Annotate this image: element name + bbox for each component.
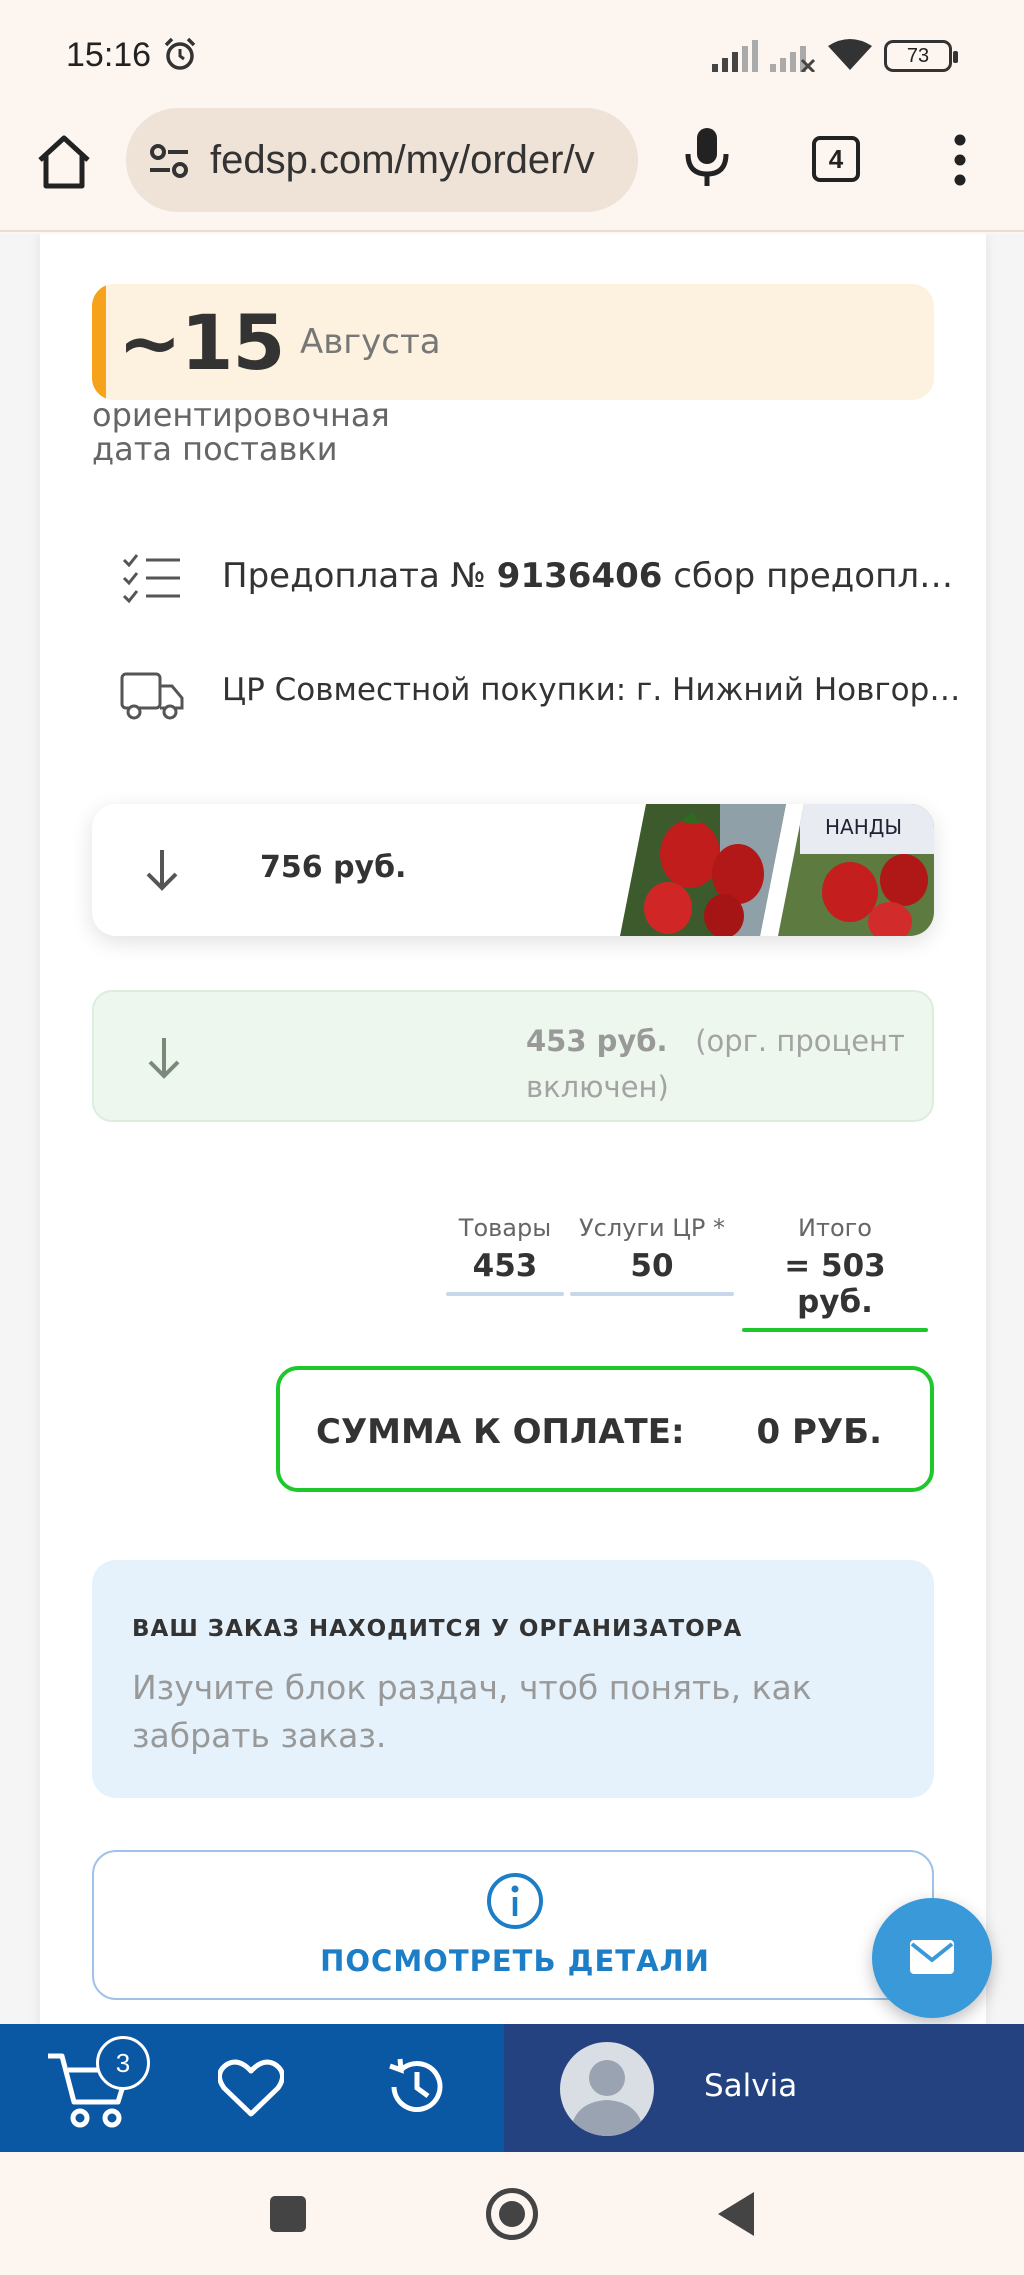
- truck-icon: [120, 672, 184, 720]
- history-icon[interactable]: [384, 2054, 450, 2120]
- arrow-down-icon[interactable]: [142, 846, 182, 894]
- services-value: 50: [630, 1248, 674, 1284]
- view-details-button[interactable]: ПОСМОТРЕТЬ ДЕТАЛИ: [92, 1850, 934, 2000]
- payment-value: 0 РУБ.: [756, 1412, 882, 1452]
- delivery-accent-bar: [92, 284, 106, 400]
- bottom-app-bar: 3 Salvia: [0, 2024, 1024, 2152]
- checklist-icon: [122, 554, 180, 604]
- goods-underline: [446, 1292, 564, 1296]
- url-text[interactable]: fedsp.com/my/order/v: [210, 138, 595, 183]
- delivery-caption-line1: ориентировочная: [92, 396, 390, 434]
- total-value: = 503 руб.: [784, 1248, 886, 1320]
- payment-due-box: СУММА К ОПЛАТЕ: 0 РУБ.: [276, 1366, 934, 1492]
- payment-label: СУММА К ОПЛАТЕ:: [316, 1412, 685, 1452]
- org-price-card[interactable]: 453 руб. (орг. процент включен): [92, 990, 934, 1122]
- item-price: 756 руб.: [260, 850, 407, 885]
- svg-text:НАНДЫ: НАНДЫ: [825, 815, 902, 839]
- address-bar[interactable]: fedsp.com/my/order/v: [126, 108, 638, 212]
- pickup-text[interactable]: ЦР Совместной покупки: г. Нижний Новгоро…: [222, 672, 962, 708]
- totals-services: Услуги ЦР * 50: [570, 1214, 734, 1296]
- prepay-row[interactable]: Предоплата № 9136406 сбор предоплаты: [92, 538, 962, 618]
- site-settings-icon[interactable]: [148, 140, 190, 182]
- prepay-prefix: Предоплата №: [222, 556, 497, 596]
- prepay-number: 9136406: [496, 556, 663, 596]
- org-price-block: 453 руб. (орг. процент включен): [526, 1018, 906, 1110]
- delivery-caption-line2: дата поставки: [92, 430, 338, 468]
- cart-badge[interactable]: 3: [96, 2036, 150, 2090]
- prepay-text[interactable]: Предоплата № 9136406 сбор предоплаты: [222, 556, 962, 596]
- more-menu-icon[interactable]: [948, 132, 972, 188]
- tab-count: 4: [828, 144, 844, 174]
- org-price: 453 руб.: [526, 1024, 668, 1058]
- browser-toolbar: fedsp.com/my/order/v 4: [0, 100, 1024, 232]
- item-card[interactable]: 756 руб. НАНДЫ: [92, 804, 934, 936]
- back-button[interactable]: [718, 2192, 754, 2236]
- info-icon: [487, 1873, 543, 1929]
- goods-label: Товары: [458, 1214, 552, 1242]
- prepay-suffix: сбор предоплаты: [662, 556, 962, 596]
- username[interactable]: Salvia: [704, 2068, 797, 2104]
- delivery-month: Августа: [300, 322, 441, 362]
- pickup-row[interactable]: ЦР Совместной покупки: г. Нижний Новгоро…: [92, 654, 962, 734]
- services-label: Услуги ЦР *: [579, 1214, 725, 1242]
- page-content: ~15 Августа ориентировочная дата поставк…: [0, 234, 1024, 2024]
- home-icon[interactable]: [32, 130, 96, 194]
- wifi-icon: [828, 39, 872, 70]
- totals-sum: Итого = 503 руб.: [742, 1214, 928, 1332]
- order-status-notice: ВАШ ЗАКАЗ НАХОДИТСЯ У ОРГАНИЗАТОРА Изучи…: [92, 1560, 934, 1798]
- microphone-icon[interactable]: [682, 126, 732, 188]
- battery-level: 73: [906, 45, 930, 67]
- mail-icon: [910, 1940, 954, 1974]
- view-details-label: ПОСМОТРЕТЬ ДЕТАЛИ: [320, 1944, 710, 1978]
- tabs-icon[interactable]: 4: [812, 136, 860, 182]
- avatar-placeholder-icon: [570, 2060, 644, 2136]
- delivery-date-banner: ~15 Августа: [92, 284, 934, 400]
- battery-icon: 73: [884, 40, 958, 72]
- notice-title: ВАШ ЗАКАЗ НАХОДИТСЯ У ОРГАНИЗАТОРА: [132, 1616, 743, 1642]
- delivery-caption: ориентировочная дата поставки: [92, 398, 390, 466]
- user-profile-button[interactable]: Salvia: [504, 2024, 1024, 2152]
- signal-no-data-icon: [770, 46, 816, 72]
- services-underline: [570, 1292, 734, 1296]
- recents-button[interactable]: [270, 2196, 306, 2232]
- status-time: 15:16: [66, 36, 152, 74]
- system-nav-bar: [0, 2152, 1024, 2275]
- signal-icon: [712, 40, 758, 72]
- total-underline: [742, 1328, 928, 1332]
- avatar[interactable]: [560, 2042, 654, 2136]
- contact-mail-button[interactable]: [872, 1898, 992, 2018]
- status-bar: 15:16 73: [0, 0, 1024, 110]
- notice-text: Изучите блок раздач, чтоб понять, как за…: [132, 1668, 812, 1755]
- favorites-icon[interactable]: [218, 2058, 284, 2118]
- arrow-down-icon[interactable]: [144, 1034, 184, 1082]
- product-photo: НАНДЫ: [620, 804, 934, 936]
- total-label: Итого: [798, 1214, 872, 1242]
- totals-goods: Товары 453: [446, 1214, 564, 1296]
- alarm-icon: [164, 37, 196, 70]
- order-card: ~15 Августа ориентировочная дата поставк…: [40, 234, 986, 2024]
- delivery-day: ~15: [118, 298, 285, 387]
- home-button[interactable]: [486, 2188, 538, 2240]
- goods-value: 453: [472, 1248, 538, 1284]
